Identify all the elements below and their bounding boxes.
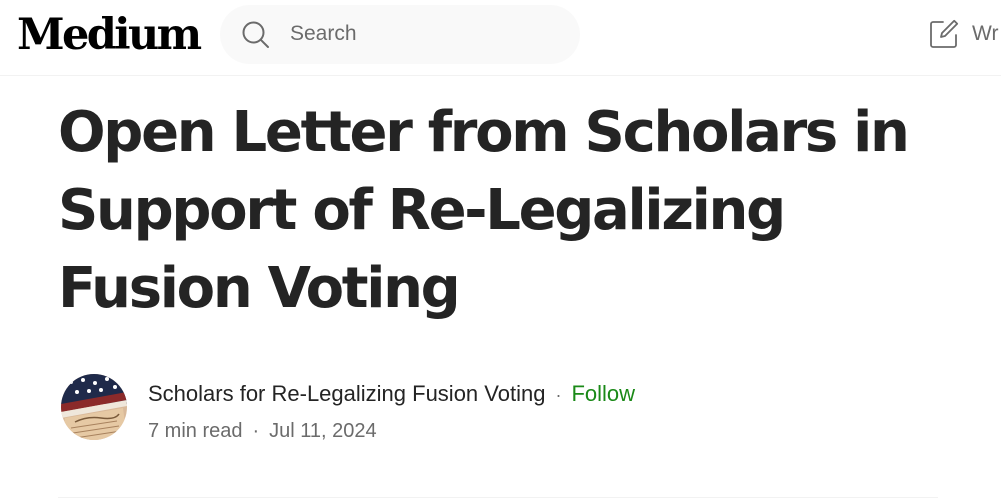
article-meta: 7 min read · Jul 11, 2024 — [148, 417, 377, 445]
author-avatar[interactable] — [61, 374, 127, 440]
article-title: Open Letter from Scholars in Support of … — [58, 100, 910, 321]
top-navigation-bar: Medium Wr — [0, 0, 1001, 76]
follow-button[interactable]: Follow — [571, 381, 635, 406]
author-name-link[interactable]: Scholars for Re-Legalizing Fusion Voting — [148, 381, 545, 406]
publish-date: Jul 11, 2024 — [269, 420, 377, 442]
meta-separator-dot: · — [252, 420, 260, 442]
separator-dot: · — [555, 385, 562, 405]
divider — [58, 497, 938, 498]
write-button[interactable]: Wr — [928, 16, 998, 52]
search-icon — [242, 21, 269, 48]
author-line: Scholars for Re-Legalizing Fusion Voting… — [148, 379, 635, 410]
write-label: Wr — [972, 22, 999, 45]
medium-logo[interactable]: Medium — [17, 8, 202, 62]
read-time: 7 min read — [148, 420, 243, 442]
search-box[interactable] — [220, 5, 580, 64]
write-icon — [930, 19, 959, 48]
search-input[interactable] — [290, 15, 560, 53]
